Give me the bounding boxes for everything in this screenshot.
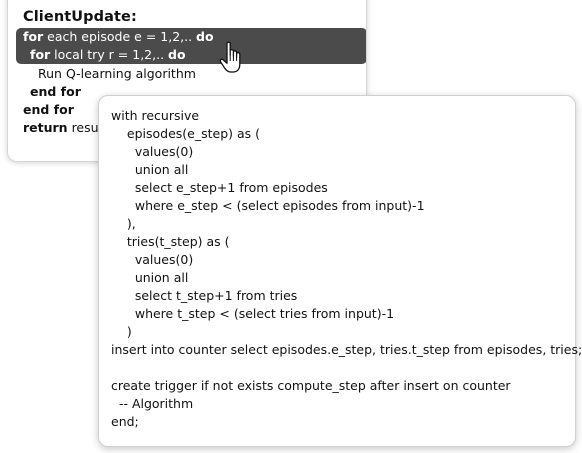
sql-line: ), [111,216,136,231]
line-text: each episode e = 1,2,.. [43,29,197,44]
sql-line: end; [111,414,139,429]
sql-line: create trigger if not exists compute_ste… [111,378,511,393]
line-text: local try r = 1,2,.. [50,47,169,62]
hand-pointer-icon [219,41,241,73]
sql-line: where t_step < (select tries from input)… [111,306,395,321]
sql-line: -- Algorithm [111,396,194,411]
sql-line [111,359,582,377]
keyword: for [30,47,51,62]
keyword: for [23,29,44,44]
sql-line: union all [111,162,189,177]
keyword: end for [30,84,81,99]
sql-line: ) [111,324,132,339]
algorithm-line-5: end for [23,101,74,119]
keyword: do [196,29,214,44]
sql-line: with recursive [111,108,200,123]
sql-line: select t_step+1 from tries [111,288,298,303]
sql-line: values(0) [111,144,194,159]
line-text: Run Q-learning algorithm [38,66,196,81]
sql-line: insert into counter select episodes.e_st… [111,342,582,357]
sql-code-block: with recursive episodes(e_step) as ( val… [111,107,582,431]
sql-line: episodes(e_step) as ( [111,126,261,141]
sql-line: tries(t_step) as ( [111,234,230,249]
algorithm-title: ClientUpdate: [23,9,137,25]
keyword: do [168,47,186,62]
sql-line: values(0) [111,252,194,267]
algorithm-line-6: return resul [23,119,102,137]
algorithm-line-4: end for [30,83,81,101]
sql-line: union all [111,270,189,285]
keyword: end for [23,102,74,117]
sql-popup: with recursive episodes(e_step) as ( val… [98,95,582,447]
algorithm-line-1[interactable]: for each episode e = 1,2,.. do [23,28,214,46]
sql-line: select e_step+1 from episodes [111,180,328,195]
sql-line: where e_step < (select episodes from inp… [111,198,425,213]
line-text: resul [67,120,103,135]
algorithm-line-3: Run Q-learning algorithm [38,65,196,83]
keyword: return [23,120,68,135]
algorithm-line-2[interactable]: for local try r = 1,2,.. do [30,46,186,64]
